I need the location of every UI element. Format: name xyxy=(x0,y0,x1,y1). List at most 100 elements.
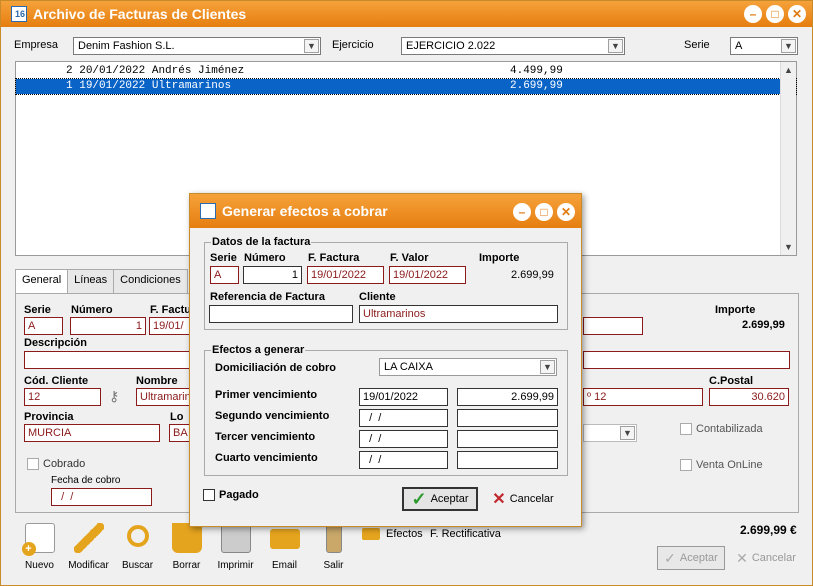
cobrado-checkbox[interactable] xyxy=(27,458,39,470)
modificar-button[interactable]: Modificar xyxy=(64,521,113,577)
nuevo-button[interactable]: + Nuevo xyxy=(15,521,64,577)
borrar-button[interactable]: Borrar xyxy=(162,521,211,577)
venc-label: Cuarto vencimiento xyxy=(215,452,318,464)
serie-filter-select[interactable]: A ▼ xyxy=(730,37,798,55)
dlg-serie-field[interactable]: A xyxy=(210,266,239,284)
close-icon[interactable]: ✕ xyxy=(557,203,575,221)
dlg-cliente-field[interactable]: Ultramarinos xyxy=(359,305,558,323)
descripcion-field[interactable] xyxy=(24,351,190,369)
pagado-label: Pagado xyxy=(219,489,259,501)
pagado-checkbox[interactable] xyxy=(203,489,215,501)
form-field-partial[interactable] xyxy=(583,317,643,335)
localidad-label: Lo xyxy=(170,411,184,423)
nombre-label: Nombre xyxy=(136,375,178,387)
imprimir-button[interactable]: Imprimir xyxy=(211,521,260,577)
dlg-cancelar-button[interactable]: ✕ Cancelar xyxy=(486,487,560,511)
key-icon[interactable]: ⚷ xyxy=(109,388,119,405)
chevron-down-icon[interactable]: ▼ xyxy=(608,39,623,53)
provincia-label: Provincia xyxy=(24,411,74,423)
main-aceptar-button[interactable]: ✓ Aceptar xyxy=(657,546,725,570)
email-button[interactable]: Email xyxy=(260,521,309,577)
venc-amount-field[interactable] xyxy=(457,430,558,448)
salir-button[interactable]: Salir xyxy=(309,521,358,577)
ffactura-label: F. Factu xyxy=(150,304,191,316)
dlg-fvalor-label: F. Valor xyxy=(390,252,429,264)
minimize-icon[interactable]: – xyxy=(513,203,531,221)
dlg-serie-label: Serie xyxy=(210,252,237,264)
dlg-ffactura-field[interactable]: 19/01/2022 xyxy=(307,266,384,284)
dlg-importe-label: Importe xyxy=(479,252,520,264)
chevron-down-icon[interactable]: ▼ xyxy=(540,360,555,374)
codcliente-field[interactable]: 12 xyxy=(24,388,101,406)
tab-lineas[interactable]: Líneas xyxy=(67,269,115,293)
close-icon[interactable]: ✕ xyxy=(788,5,806,23)
ffactura-field[interactable]: 19/01/ xyxy=(149,317,191,335)
list-item[interactable]: 2 20/01/2022 Andrés Jiménez 4.499,99 xyxy=(16,64,796,79)
cpostal-label: C.Postal xyxy=(709,375,754,387)
tab-condiciones[interactable]: Condiciones xyxy=(113,269,188,293)
direccion-field[interactable]: º 12 xyxy=(583,388,703,406)
maximize-icon[interactable]: □ xyxy=(766,5,784,23)
domiciliacion-select[interactable]: LA CAIXA ▼ xyxy=(379,358,557,376)
venc-date-field[interactable]: / / xyxy=(359,430,448,448)
chevron-down-icon[interactable]: ▼ xyxy=(620,426,635,440)
form-select-partial[interactable]: ▼ xyxy=(583,424,637,442)
venc-date-field[interactable]: / / xyxy=(359,451,448,469)
maximize-icon[interactable]: □ xyxy=(535,203,553,221)
venc-amount-field[interactable] xyxy=(457,451,558,469)
importe-label: Importe xyxy=(715,304,756,316)
venc-date-field[interactable]: / / xyxy=(359,409,448,427)
email-icon xyxy=(269,529,300,549)
dlg-aceptar-button[interactable]: ✓ Aceptar xyxy=(402,487,478,511)
dlg-numero-field[interactable]: 1 xyxy=(243,266,302,284)
title-bar: Archivo de Facturas de Clientes – □ ✕ xyxy=(1,1,812,27)
domiciliacion-label: Domiciliación de cobro xyxy=(215,362,337,374)
scroll-up-icon[interactable]: ▲ xyxy=(784,65,793,75)
scroll-down-icon[interactable]: ▼ xyxy=(784,242,793,252)
tab-general[interactable]: General xyxy=(15,269,69,293)
numero-label: Número xyxy=(71,304,113,316)
app-icon xyxy=(11,6,27,22)
vertical-scrollbar[interactable]: ▲ ▼ xyxy=(780,62,796,255)
referencia-label: Referencia de Factura xyxy=(210,291,325,303)
venc-amount-field[interactable]: 2.699,99 xyxy=(457,388,558,406)
dlg-ffactura-label: F. Factura xyxy=(308,252,360,264)
ejercicio-label: Ejercicio xyxy=(332,39,374,51)
minimize-icon[interactable]: – xyxy=(744,5,762,23)
empresa-select[interactable]: Denim Fashion S.L. ▼ xyxy=(73,37,321,55)
dlg-fvalor-field[interactable]: 19/01/2022 xyxy=(389,266,466,284)
efectos-link[interactable]: Efectos xyxy=(386,528,423,540)
codcliente-label: Cód. Cliente xyxy=(24,375,89,387)
venc-label: Segundo vencimiento xyxy=(215,410,330,422)
referencia-field[interactable] xyxy=(209,305,353,323)
contabilizada-label: Contabilizada xyxy=(696,423,763,435)
provincia-field[interactable]: MURCIA xyxy=(24,424,160,442)
localidad-field[interactable]: BA xyxy=(169,424,191,442)
list-item[interactable]: 1 19/01/2022 Ultramarinos 2.699,99 xyxy=(15,78,797,95)
venc-date-field[interactable]: 19/01/2022 xyxy=(359,388,448,406)
chevron-down-icon[interactable]: ▼ xyxy=(304,39,319,53)
fechacobro-field[interactable]: / / xyxy=(51,488,152,506)
serie-field[interactable]: A xyxy=(24,317,63,335)
contabilizada-checkbox[interactable] xyxy=(680,423,692,435)
magnifier-icon xyxy=(126,525,149,547)
efectos-icon xyxy=(362,528,380,540)
ejercicio-select[interactable]: EJERCICIO 2.022 ▼ xyxy=(401,37,625,55)
exit-door-icon xyxy=(325,523,342,553)
serie-label: Serie xyxy=(24,304,51,316)
dlg-importe-value: 2.699,99 xyxy=(511,269,554,281)
buscar-button[interactable]: Buscar xyxy=(113,521,162,577)
ventaonline-label: Venta OnLine xyxy=(696,459,763,471)
venc-label: Primer vencimiento xyxy=(215,389,318,401)
chevron-down-icon[interactable]: ▼ xyxy=(781,39,796,53)
dlg-cliente-label: Cliente xyxy=(359,291,396,303)
venc-amount-field[interactable] xyxy=(457,409,558,427)
nombre-field[interactable]: Ultramarin xyxy=(136,388,191,406)
cpostal-field[interactable]: 30.620 xyxy=(709,388,789,406)
rectificativa-link[interactable]: F. Rectificativa xyxy=(430,528,501,540)
numero-field[interactable]: 1 xyxy=(70,317,146,335)
main-cancelar-button[interactable]: ✕ Cancelar xyxy=(730,546,802,570)
ventaonline-checkbox[interactable] xyxy=(680,459,692,471)
descripcion-field-tail[interactable] xyxy=(583,351,790,369)
efectos-title: Efectos a generar xyxy=(211,344,306,356)
